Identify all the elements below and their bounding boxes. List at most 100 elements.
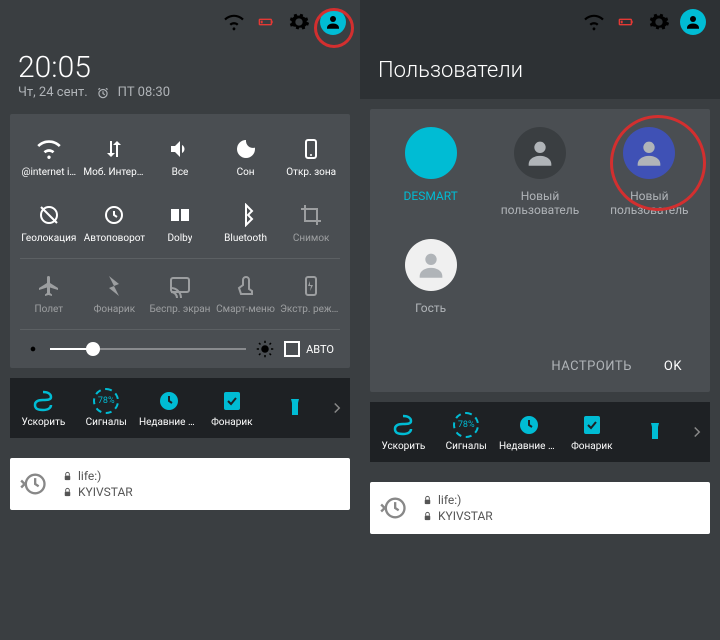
strip-flash[interactable]: Фонарик xyxy=(560,412,623,452)
hotspot-icon xyxy=(299,137,323,161)
profile-avatar[interactable] xyxy=(680,9,706,35)
wifi-status-icon xyxy=(584,12,604,32)
settings-icon[interactable] xyxy=(648,11,670,33)
left-pane: 20:05 Чт, 24 сент. ПТ 08:30 @internet i…… xyxy=(0,0,360,640)
user-avatar-icon xyxy=(514,127,566,179)
strip-recent[interactable]: Недавние п… xyxy=(138,388,201,428)
qs-tile-wifi[interactable]: @internet i… xyxy=(16,124,82,190)
alarm-time: ПТ 08:30 xyxy=(118,85,170,100)
flash-icon xyxy=(219,388,245,414)
strip-recent[interactable]: Недавние п… xyxy=(498,412,561,452)
qs-tile-cast[interactable]: Беспр. экран xyxy=(147,261,213,327)
torch-icon xyxy=(282,394,308,420)
user-new1[interactable]: Новыйпользователь xyxy=(485,127,594,217)
chevron-right-icon xyxy=(688,423,706,441)
location-icon xyxy=(37,203,61,227)
lock-icon xyxy=(422,511,433,522)
bluetooth-icon xyxy=(234,203,258,227)
flashlight-icon xyxy=(102,274,126,298)
qs-tile-flashlight[interactable]: Фонарик xyxy=(82,261,148,327)
autorotate-icon xyxy=(102,203,126,227)
user-owner[interactable]: DESMART xyxy=(376,127,485,217)
strip-torch[interactable] xyxy=(623,418,686,447)
qs-tile-volume[interactable]: Все xyxy=(147,124,213,190)
booster-strip: Ускорить78%СигналыНедавние п…Фонарик xyxy=(370,402,710,462)
strip-expand[interactable] xyxy=(326,399,348,417)
sim-notification[interactable]: life:) KYIVSTAR xyxy=(370,482,710,534)
user-avatar-icon xyxy=(623,127,675,179)
booster-strip: Ускорить78%СигналыНедавние п…Фонарик xyxy=(10,378,350,438)
alarm-icon xyxy=(96,86,110,100)
volume-icon xyxy=(168,137,192,161)
wifi-status-icon xyxy=(224,12,244,32)
dnd-icon xyxy=(234,137,258,161)
qs-tile-airplane[interactable]: Полет xyxy=(16,261,82,327)
users-panel: DESMARTНовыйпользовательНовыйпользовател… xyxy=(370,109,710,392)
dolby-icon xyxy=(168,203,192,227)
recent-icon xyxy=(156,388,182,414)
recent-icon xyxy=(516,412,542,438)
clock-date: Чт, 24 сент. xyxy=(18,85,88,100)
brightness-slider[interactable] xyxy=(50,348,246,350)
clock-time: 20:05 xyxy=(18,50,342,85)
strip-expand[interactable] xyxy=(686,423,708,441)
sim-notification[interactable]: life:) KYIVSTAR xyxy=(10,458,350,510)
user-avatar-icon xyxy=(405,127,457,179)
qs-tile-hotspot[interactable]: Откр. зона xyxy=(278,124,344,190)
booster-icon xyxy=(390,412,416,438)
qs-tile-screenshot[interactable]: Снимок xyxy=(278,190,344,256)
cast-icon xyxy=(168,274,192,298)
user-new2[interactable]: Новыйпользователь xyxy=(595,127,704,217)
brightness-row: АВТО xyxy=(16,332,344,362)
airplane-icon xyxy=(37,274,61,298)
booster-icon xyxy=(30,388,56,414)
users-title: Пользователи xyxy=(360,44,720,99)
quick-settings-panel: @internet i…Моб. ИнтернетВсеСонОткр. зон… xyxy=(10,114,350,368)
battery-status-icon xyxy=(614,14,638,30)
auto-brightness-checkbox[interactable]: АВТО xyxy=(284,341,334,357)
history-icon xyxy=(380,494,408,522)
clock-header: 20:05 Чт, 24 сент. ПТ 08:30 xyxy=(0,44,360,114)
mobiledata-icon xyxy=(102,137,126,161)
lock-icon xyxy=(62,487,73,498)
ok-button[interactable]: OK xyxy=(664,359,682,374)
strip-signals[interactable]: 78%Сигналы xyxy=(435,412,498,452)
screenshot-icon xyxy=(299,203,323,227)
statusbar xyxy=(0,0,360,44)
qs-tile-mobiledata[interactable]: Моб. Интернет xyxy=(82,124,148,190)
torch-icon xyxy=(642,418,668,444)
qs-tile-powersave[interactable]: Экстр. режим xyxy=(278,261,344,327)
user-avatar-icon xyxy=(405,239,457,291)
battery-status-icon xyxy=(254,14,278,30)
qs-tile-smartmenu[interactable]: Смарт-меню xyxy=(213,261,279,327)
qs-tile-location[interactable]: Геолокация xyxy=(16,190,82,256)
brightness-low-icon xyxy=(26,342,40,356)
qs-tile-autorotate[interactable]: Автоповорот xyxy=(82,190,148,256)
signals-icon: 78% xyxy=(93,388,119,414)
smartmenu-icon xyxy=(234,274,258,298)
profile-avatar[interactable] xyxy=(320,9,346,35)
settings-icon[interactable] xyxy=(288,11,310,33)
strip-flash[interactable]: Фонарик xyxy=(200,388,263,428)
strip-torch[interactable] xyxy=(263,394,326,423)
user-actions: НАСТРОИТЬ OK xyxy=(376,345,704,384)
right-pane: Пользователи DESMARTНовыйпользовательНов… xyxy=(360,0,720,640)
strip-booster[interactable]: Ускорить xyxy=(12,388,75,428)
lock-icon xyxy=(62,471,73,482)
chevron-right-icon xyxy=(328,399,346,417)
user-guest[interactable]: Гость xyxy=(376,239,485,315)
lock-icon xyxy=(422,495,433,506)
powersave-icon xyxy=(299,274,323,298)
strip-booster[interactable]: Ускорить xyxy=(372,412,435,452)
flash-icon xyxy=(579,412,605,438)
brightness-high-icon xyxy=(256,340,274,358)
statusbar xyxy=(360,0,720,44)
qs-tile-dnd[interactable]: Сон xyxy=(213,124,279,190)
signals-icon: 78% xyxy=(453,412,479,438)
history-icon xyxy=(20,470,48,498)
strip-signals[interactable]: 78%Сигналы xyxy=(75,388,138,428)
wifi-icon xyxy=(37,137,61,161)
qs-tile-bluetooth[interactable]: Bluetooth xyxy=(213,190,279,256)
qs-tile-dolby[interactable]: Dolby xyxy=(147,190,213,256)
configure-button[interactable]: НАСТРОИТЬ xyxy=(551,359,632,374)
